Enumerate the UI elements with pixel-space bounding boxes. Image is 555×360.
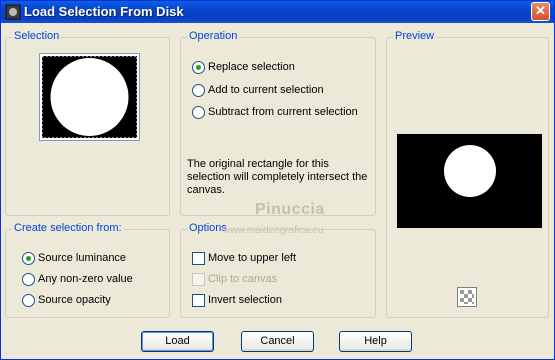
dialog-window: Load Selection From Disk ✕ Selection Ope… (0, 0, 555, 360)
app-icon (5, 4, 21, 20)
close-button[interactable]: ✕ (531, 2, 550, 21)
close-icon: ✕ (535, 3, 546, 18)
radio-label: Source luminance (38, 252, 127, 264)
checkbox[interactable] (192, 294, 205, 307)
options-group: Options Move to upper left Clip to canva… (180, 222, 376, 318)
watermark-site: www.maidiregrafica.eu (223, 225, 324, 236)
preview-image (397, 134, 542, 228)
operation-group-label: Operation (187, 30, 240, 42)
operation-info-text: The original rectangle for this selectio… (187, 158, 368, 196)
operation-group: Operation Replace selection Add to curre… (180, 30, 376, 216)
checkbox[interactable] (192, 252, 205, 265)
checkbox-label: Invert selection (208, 294, 282, 306)
radio-button[interactable] (22, 273, 35, 286)
preview-group: Preview (386, 30, 549, 318)
radio-label: Add to current selection (208, 84, 324, 96)
checkbox-label: Clip to canvas (208, 273, 278, 285)
create-selection-from-group: Create selection from: Source luminance … (5, 222, 170, 318)
create-selection-from-label: Create selection from: (12, 222, 124, 234)
checkbox (192, 273, 205, 286)
checkbox-label: Move to upper left (208, 252, 297, 264)
radio-label: Source opacity (38, 294, 111, 306)
selection-group: Selection (5, 30, 170, 216)
help-button[interactable]: Help (339, 331, 412, 352)
radio-label: Replace selection (208, 61, 295, 73)
title-bar[interactable]: Load Selection From Disk ✕ (1, 1, 554, 23)
radio-label: Subtract from current selection (208, 106, 358, 118)
load-button[interactable]: Load (141, 331, 214, 352)
radio-button[interactable] (192, 61, 205, 74)
preview-group-label: Preview (393, 30, 437, 42)
radio-button[interactable] (22, 294, 35, 307)
window-title: Load Selection From Disk (24, 4, 184, 19)
radio-button[interactable] (192, 106, 205, 119)
selection-thumbnail[interactable] (39, 53, 140, 141)
radio-button[interactable] (22, 252, 35, 265)
cancel-button[interactable]: Cancel (241, 331, 314, 352)
selection-group-label: Selection (12, 30, 62, 42)
radio-button[interactable] (192, 84, 205, 97)
radio-label: Any non-zero value (38, 273, 133, 285)
watermark-name: Pinuccia (255, 201, 325, 218)
checkerboard-icon[interactable] (457, 287, 477, 307)
